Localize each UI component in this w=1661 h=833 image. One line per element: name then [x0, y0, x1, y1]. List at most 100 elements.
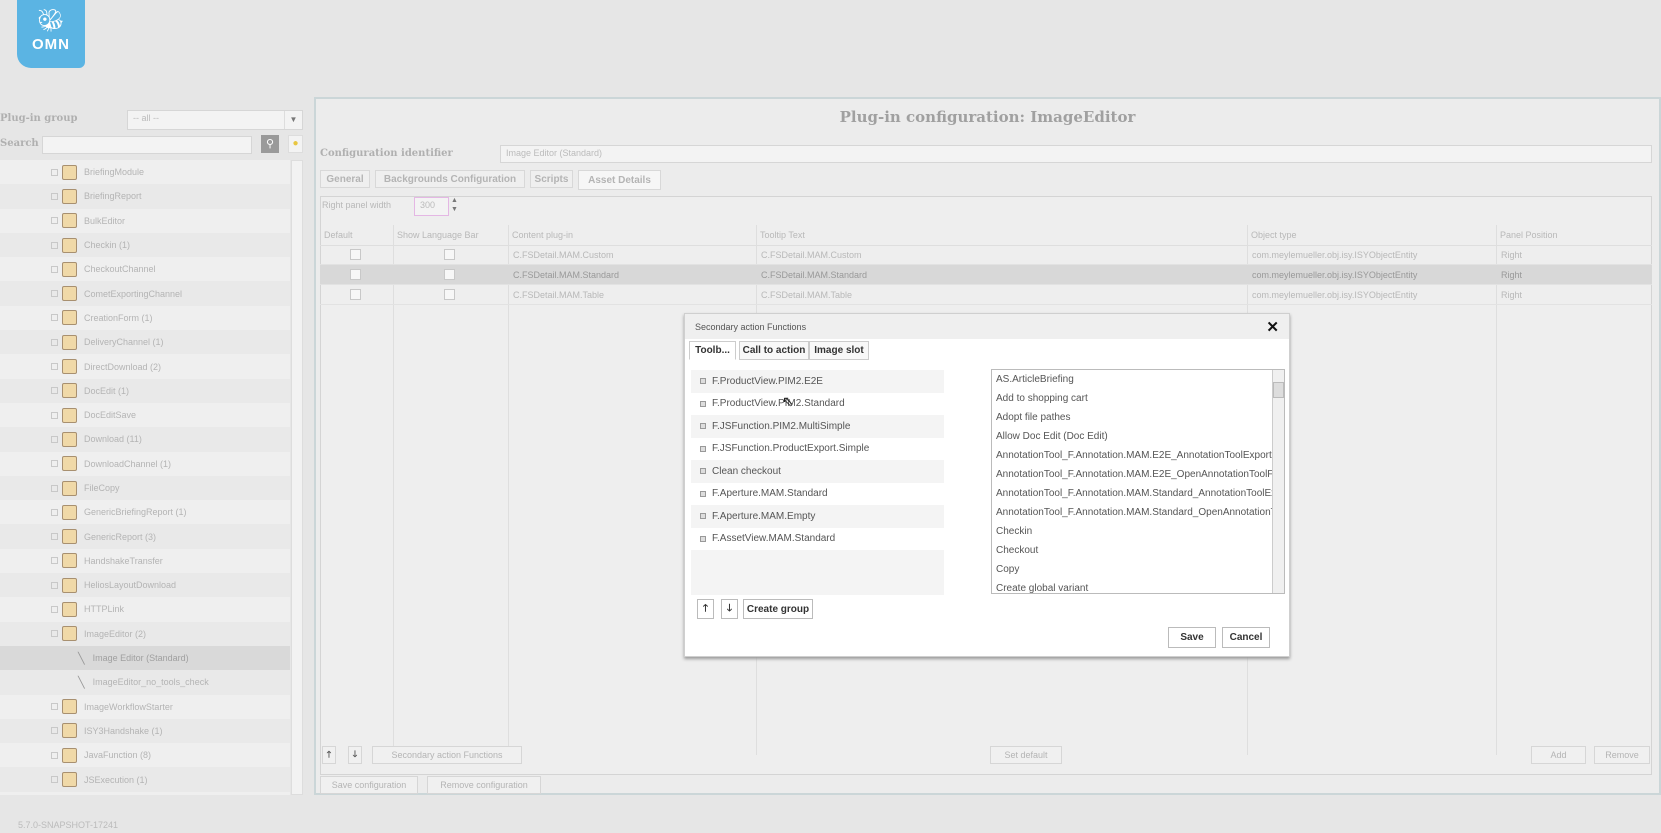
default-checkbox[interactable] — [350, 289, 361, 300]
tree-item[interactable]: HTTPLink — [0, 597, 290, 621]
expand-icon[interactable] — [51, 290, 58, 298]
tree-item[interactable]: DocEditSave — [0, 403, 290, 427]
list-item[interactable]: Clean checkout — [691, 460, 944, 483]
list-scrollbar[interactable] — [1272, 370, 1284, 593]
list-item[interactable]: F.Aperture.MAM.Empty — [691, 505, 944, 528]
drag-handle-icon[interactable] — [700, 490, 706, 497]
available-item[interactable]: Checkin — [992, 522, 1272, 541]
plugin-group-select[interactable]: -- all -- ▼ — [127, 110, 303, 130]
tab-general[interactable]: General — [320, 170, 370, 188]
column-header[interactable]: Panel Position — [1500, 230, 1558, 240]
available-item[interactable]: AS.ArticleBriefing — [992, 370, 1272, 389]
expand-icon[interactable] — [51, 363, 58, 371]
expand-icon[interactable] — [51, 703, 58, 711]
expand-icon[interactable] — [51, 192, 58, 200]
dialog-tab-toolbar[interactable]: Toolb... — [689, 341, 736, 360]
save-configuration-button[interactable]: Save configuration — [320, 776, 418, 794]
tree-item[interactable]: ╲ ImageEditor_no_tools_check — [0, 670, 290, 695]
tree-item[interactable]: JSExecution (1) — [0, 767, 290, 792]
tree-item[interactable]: DocEdit (1) — [0, 378, 290, 403]
expand-icon[interactable] — [51, 630, 58, 638]
language-bar-checkbox[interactable] — [444, 249, 455, 260]
tree-item[interactable]: HeliosLayoutDownload — [0, 573, 290, 598]
available-item[interactable]: Copy — [992, 560, 1272, 579]
save-button[interactable]: Save — [1168, 627, 1216, 648]
expand-icon[interactable] — [51, 265, 58, 273]
list-item[interactable]: F.Aperture.MAM.Standard — [691, 483, 944, 506]
expand-icon[interactable] — [51, 460, 58, 468]
drag-handle-icon[interactable] — [700, 423, 706, 430]
column-header[interactable]: Tooltip Text — [760, 230, 805, 240]
spinner-arrows-icon[interactable]: ▲ ▼ — [451, 196, 458, 214]
tree-item[interactable]: Download (11) — [0, 427, 290, 452]
expand-icon[interactable] — [51, 533, 58, 541]
expand-icon[interactable] — [51, 484, 58, 492]
expand-icon[interactable] — [51, 314, 58, 322]
list-item[interactable]: F.ProductView.PIM2.E2E — [691, 370, 944, 393]
config-identifier-input[interactable]: Image Editor (Standard) — [500, 145, 1652, 163]
expand-icon[interactable] — [51, 751, 58, 759]
tree-item[interactable]: ISY3Handshake (1) — [0, 718, 290, 744]
dialog-tab-image-slot[interactable]: Image slot — [809, 341, 869, 360]
right-panel-width-input[interactable]: 300 — [414, 197, 449, 216]
bulb-icon[interactable]: ● — [288, 135, 303, 153]
tree-item[interactable]: GenericReport (3) — [0, 524, 290, 549]
tab-asset-details[interactable]: Asset Details — [578, 170, 661, 190]
tree-item[interactable]: Checkin (1) — [0, 232, 290, 258]
expand-icon[interactable] — [51, 557, 58, 565]
tree-item[interactable]: CreationForm (1) — [0, 306, 290, 330]
available-item[interactable]: Allow Doc Edit (Doc Edit) — [992, 427, 1272, 446]
tree-item[interactable]: GenericBriefingReport (1) — [0, 500, 290, 524]
drag-handle-icon[interactable] — [700, 513, 706, 520]
column-header[interactable]: Content plug-in — [512, 230, 573, 240]
tree-item[interactable]: CometExportingChannel — [0, 281, 290, 306]
available-item[interactable]: AnnotationTool_F.Annotation.MAM.E2E_Open… — [992, 465, 1272, 484]
close-icon[interactable]: ✕ — [1266, 318, 1279, 336]
drag-handle-icon[interactable] — [700, 378, 706, 385]
list-item[interactable]: F.JSFunction.PIM2.MultiSimple — [691, 415, 944, 438]
tree-item[interactable]: BriefingReport — [0, 184, 290, 209]
tree-item[interactable]: JavaFunction (8) — [0, 743, 290, 767]
search-input[interactable] — [42, 136, 252, 154]
list-item[interactable]: F.ProductView.PIM2.Standard — [691, 393, 944, 416]
tree-item[interactable]: ImageWorkflowStarter — [0, 695, 290, 719]
language-bar-checkbox[interactable] — [444, 289, 455, 300]
drag-handle-icon[interactable] — [700, 445, 706, 452]
expand-icon[interactable] — [51, 387, 58, 395]
move-down-button[interactable]: 🡓 — [348, 746, 362, 764]
available-item[interactable]: Add to shopping cart — [992, 389, 1272, 408]
available-item[interactable]: Adopt file pathes — [992, 408, 1272, 427]
available-item[interactable]: AnnotationTool_F.Annotation.MAM.Standard… — [992, 484, 1272, 503]
drag-handle-icon[interactable] — [700, 400, 706, 407]
expand-icon[interactable] — [51, 727, 58, 735]
create-group-button[interactable]: Create group — [743, 599, 813, 619]
tree-item[interactable]: HandshakeTransfer — [0, 549, 290, 573]
column-header[interactable]: Object type — [1251, 230, 1297, 240]
tree-item[interactable]: ╲ Image Editor (Standard) — [0, 645, 290, 671]
expand-icon[interactable] — [51, 435, 58, 443]
add-button[interactable]: Add — [1531, 746, 1586, 764]
expand-icon[interactable] — [51, 217, 58, 225]
available-item[interactable]: AnnotationTool_F.Annotation.MAM.E2E_Anno… — [992, 446, 1272, 465]
secondary-action-functions-button[interactable]: Secondary action Functions — [372, 746, 522, 764]
tree-scrollbar[interactable] — [291, 160, 303, 795]
remove-configuration-button[interactable]: Remove configuration — [427, 776, 541, 794]
tree-item[interactable]: DownloadChannel (1) — [0, 452, 290, 476]
list-item[interactable]: F.AssetView.MAM.Standard — [691, 528, 944, 551]
move-up-button[interactable]: 🡑 — [322, 746, 336, 764]
dialog-tab-call-to-action[interactable]: Call to action — [739, 341, 809, 360]
dialog-move-up-button[interactable]: 🡑 — [697, 599, 714, 619]
tree-item[interactable]: DeliveryChannel (1) — [0, 330, 290, 355]
expand-icon[interactable] — [51, 605, 58, 613]
drag-handle-icon[interactable] — [700, 468, 706, 475]
set-default-button[interactable]: Set default — [990, 746, 1062, 764]
tree-item[interactable]: FileCopy — [0, 475, 290, 501]
expand-icon[interactable] — [51, 168, 58, 176]
tree-item[interactable]: ImageEditor (2) — [0, 621, 290, 646]
tree-item[interactable]: CheckoutChannel — [0, 257, 290, 281]
tree-item[interactable]: DirectDownload (2) — [0, 354, 290, 378]
available-item[interactable]: AnnotationTool_F.Annotation.MAM.Standard… — [992, 503, 1272, 522]
default-checkbox[interactable] — [350, 249, 361, 260]
tree-item[interactable]: BriefingModule — [0, 160, 290, 184]
expand-icon[interactable] — [51, 338, 58, 346]
